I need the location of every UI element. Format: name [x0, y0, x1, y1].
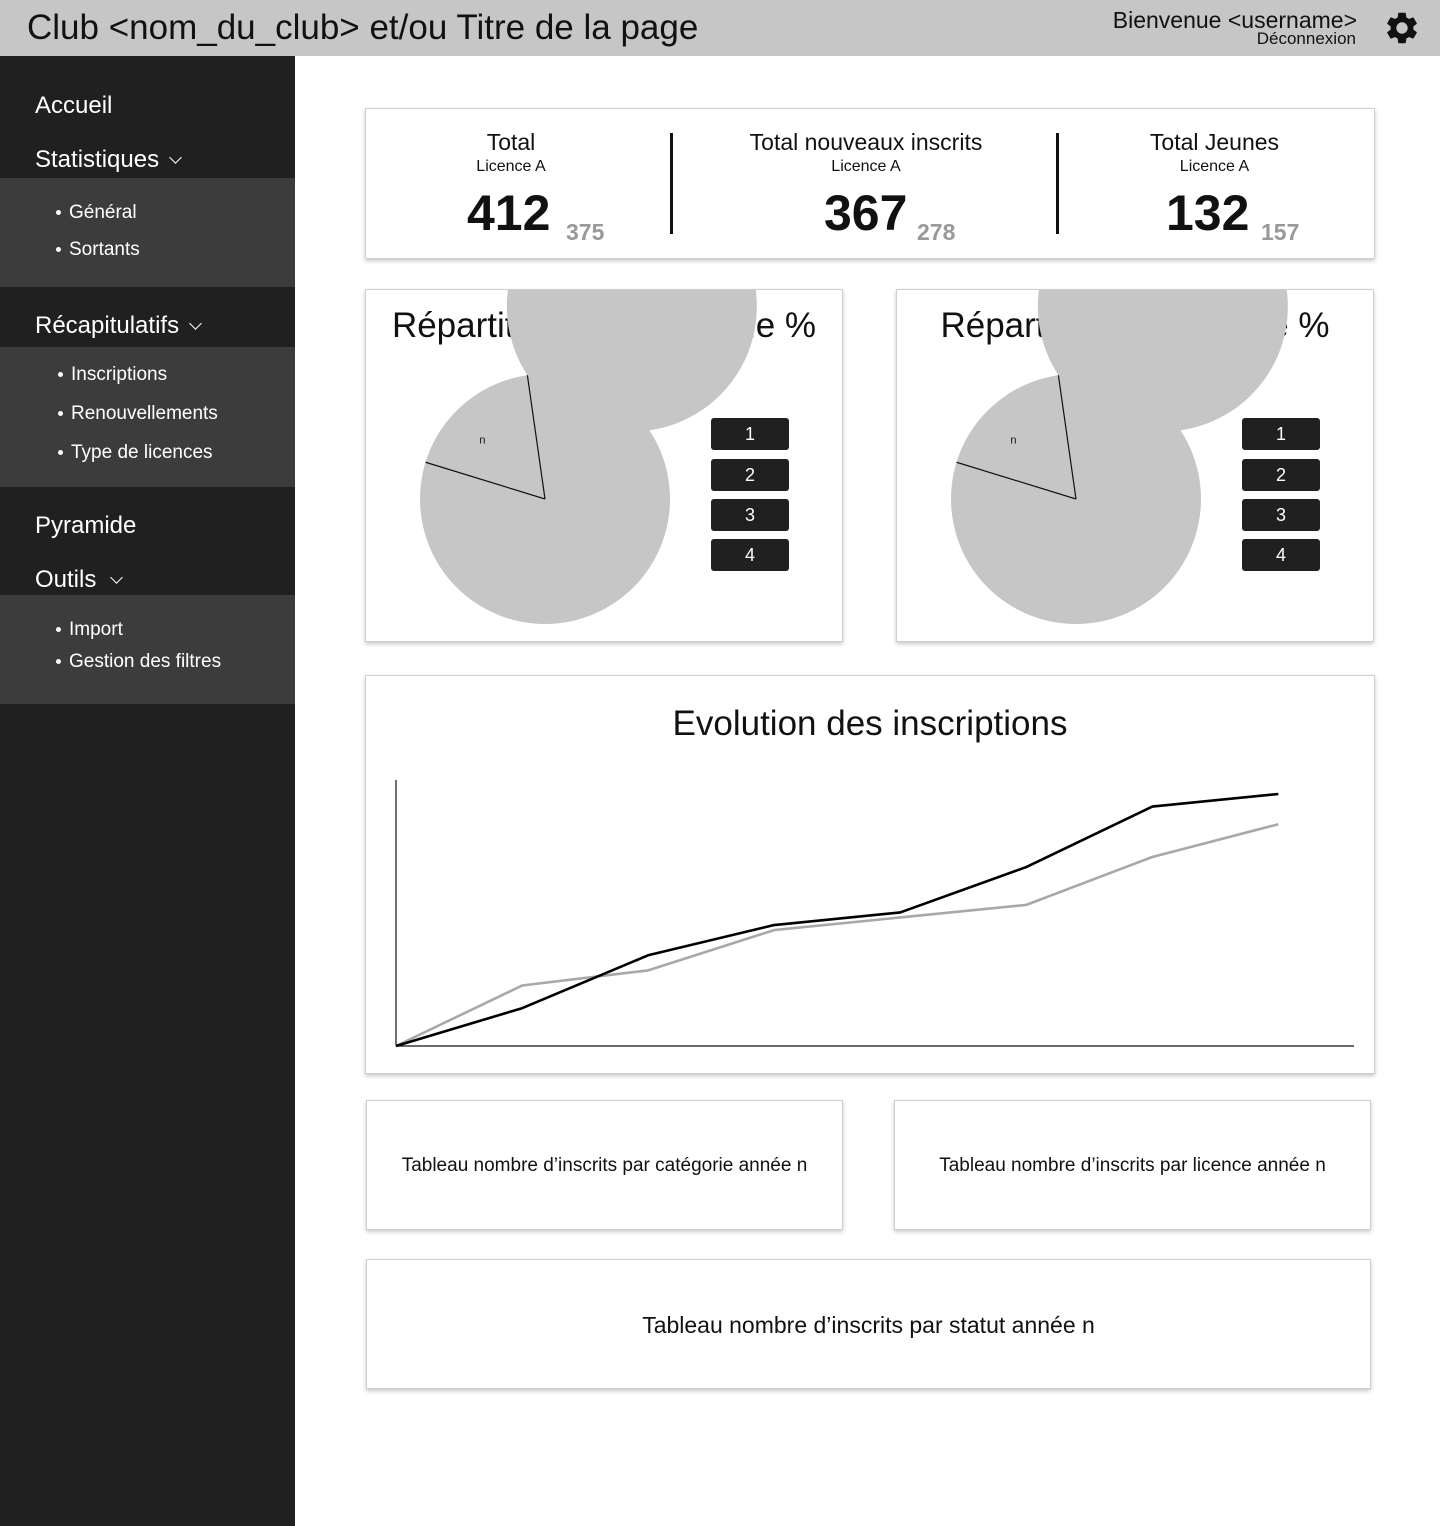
table-placeholder-label: Tableau nombre d’inscrits par statut ann… [642, 1312, 1095, 1338]
sidebar-item-label: Récapitulatifs [35, 312, 180, 339]
table-placeholder-label: Tableau nombre d’inscrits par licence an… [939, 1155, 1326, 1176]
kpi-card: Total Licence A 412 375 Total nouveaux i… [365, 108, 1375, 259]
legend-item-2[interactable]: 2 [1242, 459, 1320, 491]
table-card-category: Tableau nombre d’inscrits par catégorie … [366, 1100, 843, 1230]
page-title: Club <nom_du_club> et/ou Titre de la pag… [27, 8, 699, 47]
sidebar-item-label: Type de licences [71, 442, 213, 463]
legend-item-1[interactable]: 1 [1242, 418, 1320, 450]
sidebar-item-label: Accueil [35, 92, 113, 119]
kpi-subtitle: Licence A [1179, 158, 1250, 175]
table-card-licence: Tableau nombre d’inscrits par licence an… [894, 1100, 1371, 1230]
sidebar-item-label: Sortants [69, 239, 140, 260]
kpi-subtitle: Licence A [476, 158, 546, 175]
kpi-value: 412 [467, 185, 551, 241]
kpi-previous-value: 278 [917, 219, 956, 245]
sidebar-item-gestion-filtres[interactable]: Gestion des filtres [56, 651, 221, 673]
sidebar-item-label: Gestion des filtres [69, 651, 222, 672]
kpi-total: Total Licence A 412 375 [366, 109, 656, 259]
chevron-down-icon [169, 151, 182, 164]
gear-icon[interactable] [1383, 9, 1421, 47]
sidebar-item-inscriptions[interactable]: Inscriptions [58, 364, 167, 386]
sidebar-item-label: Outils [35, 566, 97, 593]
pie-slice-label: n [479, 434, 485, 446]
sidebar-item-recapitulatifs[interactable]: Récapitulatifs [35, 312, 202, 340]
kpi-title: Total [486, 129, 536, 155]
submenu-recapitulatifs: Inscriptions Renouvellements Type de lic… [0, 347, 295, 487]
kpi-youth: Total Jeunes Licence A 132 157 [1086, 109, 1343, 259]
table-card-status: Tableau nombre d’inscrits par statut ann… [366, 1259, 1371, 1389]
sidebar-item-label: Inscriptions [71, 364, 168, 385]
series-line-light [395, 822, 1279, 1048]
bullet-icon [56, 627, 61, 632]
legend-item-4[interactable]: 4 [711, 539, 789, 571]
kpi-title: Total Jeunes [1149, 129, 1280, 155]
bullet-icon [58, 372, 63, 377]
submenu-outils: Import Gestion des filtres [0, 595, 295, 704]
divider [670, 133, 673, 234]
table-placeholder-label: Tableau nombre d’inscrits par catégorie … [401, 1155, 808, 1176]
bullet-icon [58, 450, 63, 455]
top-bar: Club <nom_du_club> et/ou Titre de la pag… [0, 0, 1440, 56]
divider [1056, 133, 1059, 234]
legend-item-3[interactable]: 3 [711, 499, 789, 531]
sidebar-item-pyramide[interactable]: Pyramide [35, 512, 136, 540]
chevron-down-icon [189, 317, 202, 330]
kpi-new-members: Total nouveaux inscrits Licence A 367 27… [706, 109, 1026, 259]
logout-link[interactable]: Déconnexion [1257, 29, 1356, 49]
sidebar-item-type-licences[interactable]: Type de licences [58, 442, 213, 464]
legend-item-2[interactable]: 2 [711, 459, 789, 491]
sidebar: Accueil Statistiques Général Sortants Ré… [0, 56, 295, 1526]
kpi-title: Total nouveaux inscrits [749, 129, 983, 155]
legend-item-4[interactable]: 4 [1242, 539, 1320, 571]
pie-slice-label: n [1010, 434, 1016, 446]
sidebar-item-renouvellements[interactable]: Renouvellements [58, 403, 218, 425]
bullet-icon [58, 411, 63, 416]
sidebar-item-label: Général [69, 202, 137, 223]
sidebar-item-statistiques[interactable]: Statistiques [35, 146, 182, 174]
line-chart [395, 780, 1354, 1048]
submenu-statistiques: Général Sortants [0, 178, 295, 287]
series-line-dark [395, 792, 1279, 1048]
sidebar-item-label: Renouvellements [71, 403, 218, 424]
line-chart-card: Evolution des inscriptions [365, 675, 1375, 1074]
sidebar-item-label: Statistiques [35, 146, 160, 173]
bullet-icon [56, 210, 61, 215]
sidebar-item-label: Import [69, 619, 123, 640]
bullet-icon [56, 247, 61, 252]
sidebar-item-sortants[interactable]: Sortants [56, 239, 140, 261]
kpi-previous-value: 375 [566, 219, 605, 245]
legend-item-1[interactable]: 1 [711, 418, 789, 450]
kpi-subtitle: Licence A [831, 158, 901, 175]
pie-card-licence: Répartition par licence % n 1 2 3 4 [896, 289, 1374, 642]
sidebar-item-outils[interactable]: Outils [35, 566, 124, 594]
kpi-value: 367 [824, 185, 908, 241]
legend-item-3[interactable]: 3 [1242, 499, 1320, 531]
kpi-value: 132 [1166, 185, 1250, 241]
sidebar-item-import[interactable]: Import [56, 619, 123, 641]
bullet-icon [56, 659, 61, 664]
sidebar-item-general[interactable]: Général [56, 202, 137, 224]
sidebar-item-label: Pyramide [35, 512, 137, 539]
sidebar-item-accueil[interactable]: Accueil [35, 92, 112, 120]
chevron-down-icon [110, 571, 124, 584]
pie-card-category: Répartition par catégorie % n 1 2 3 4 [365, 289, 843, 642]
kpi-previous-value: 157 [1261, 219, 1300, 245]
